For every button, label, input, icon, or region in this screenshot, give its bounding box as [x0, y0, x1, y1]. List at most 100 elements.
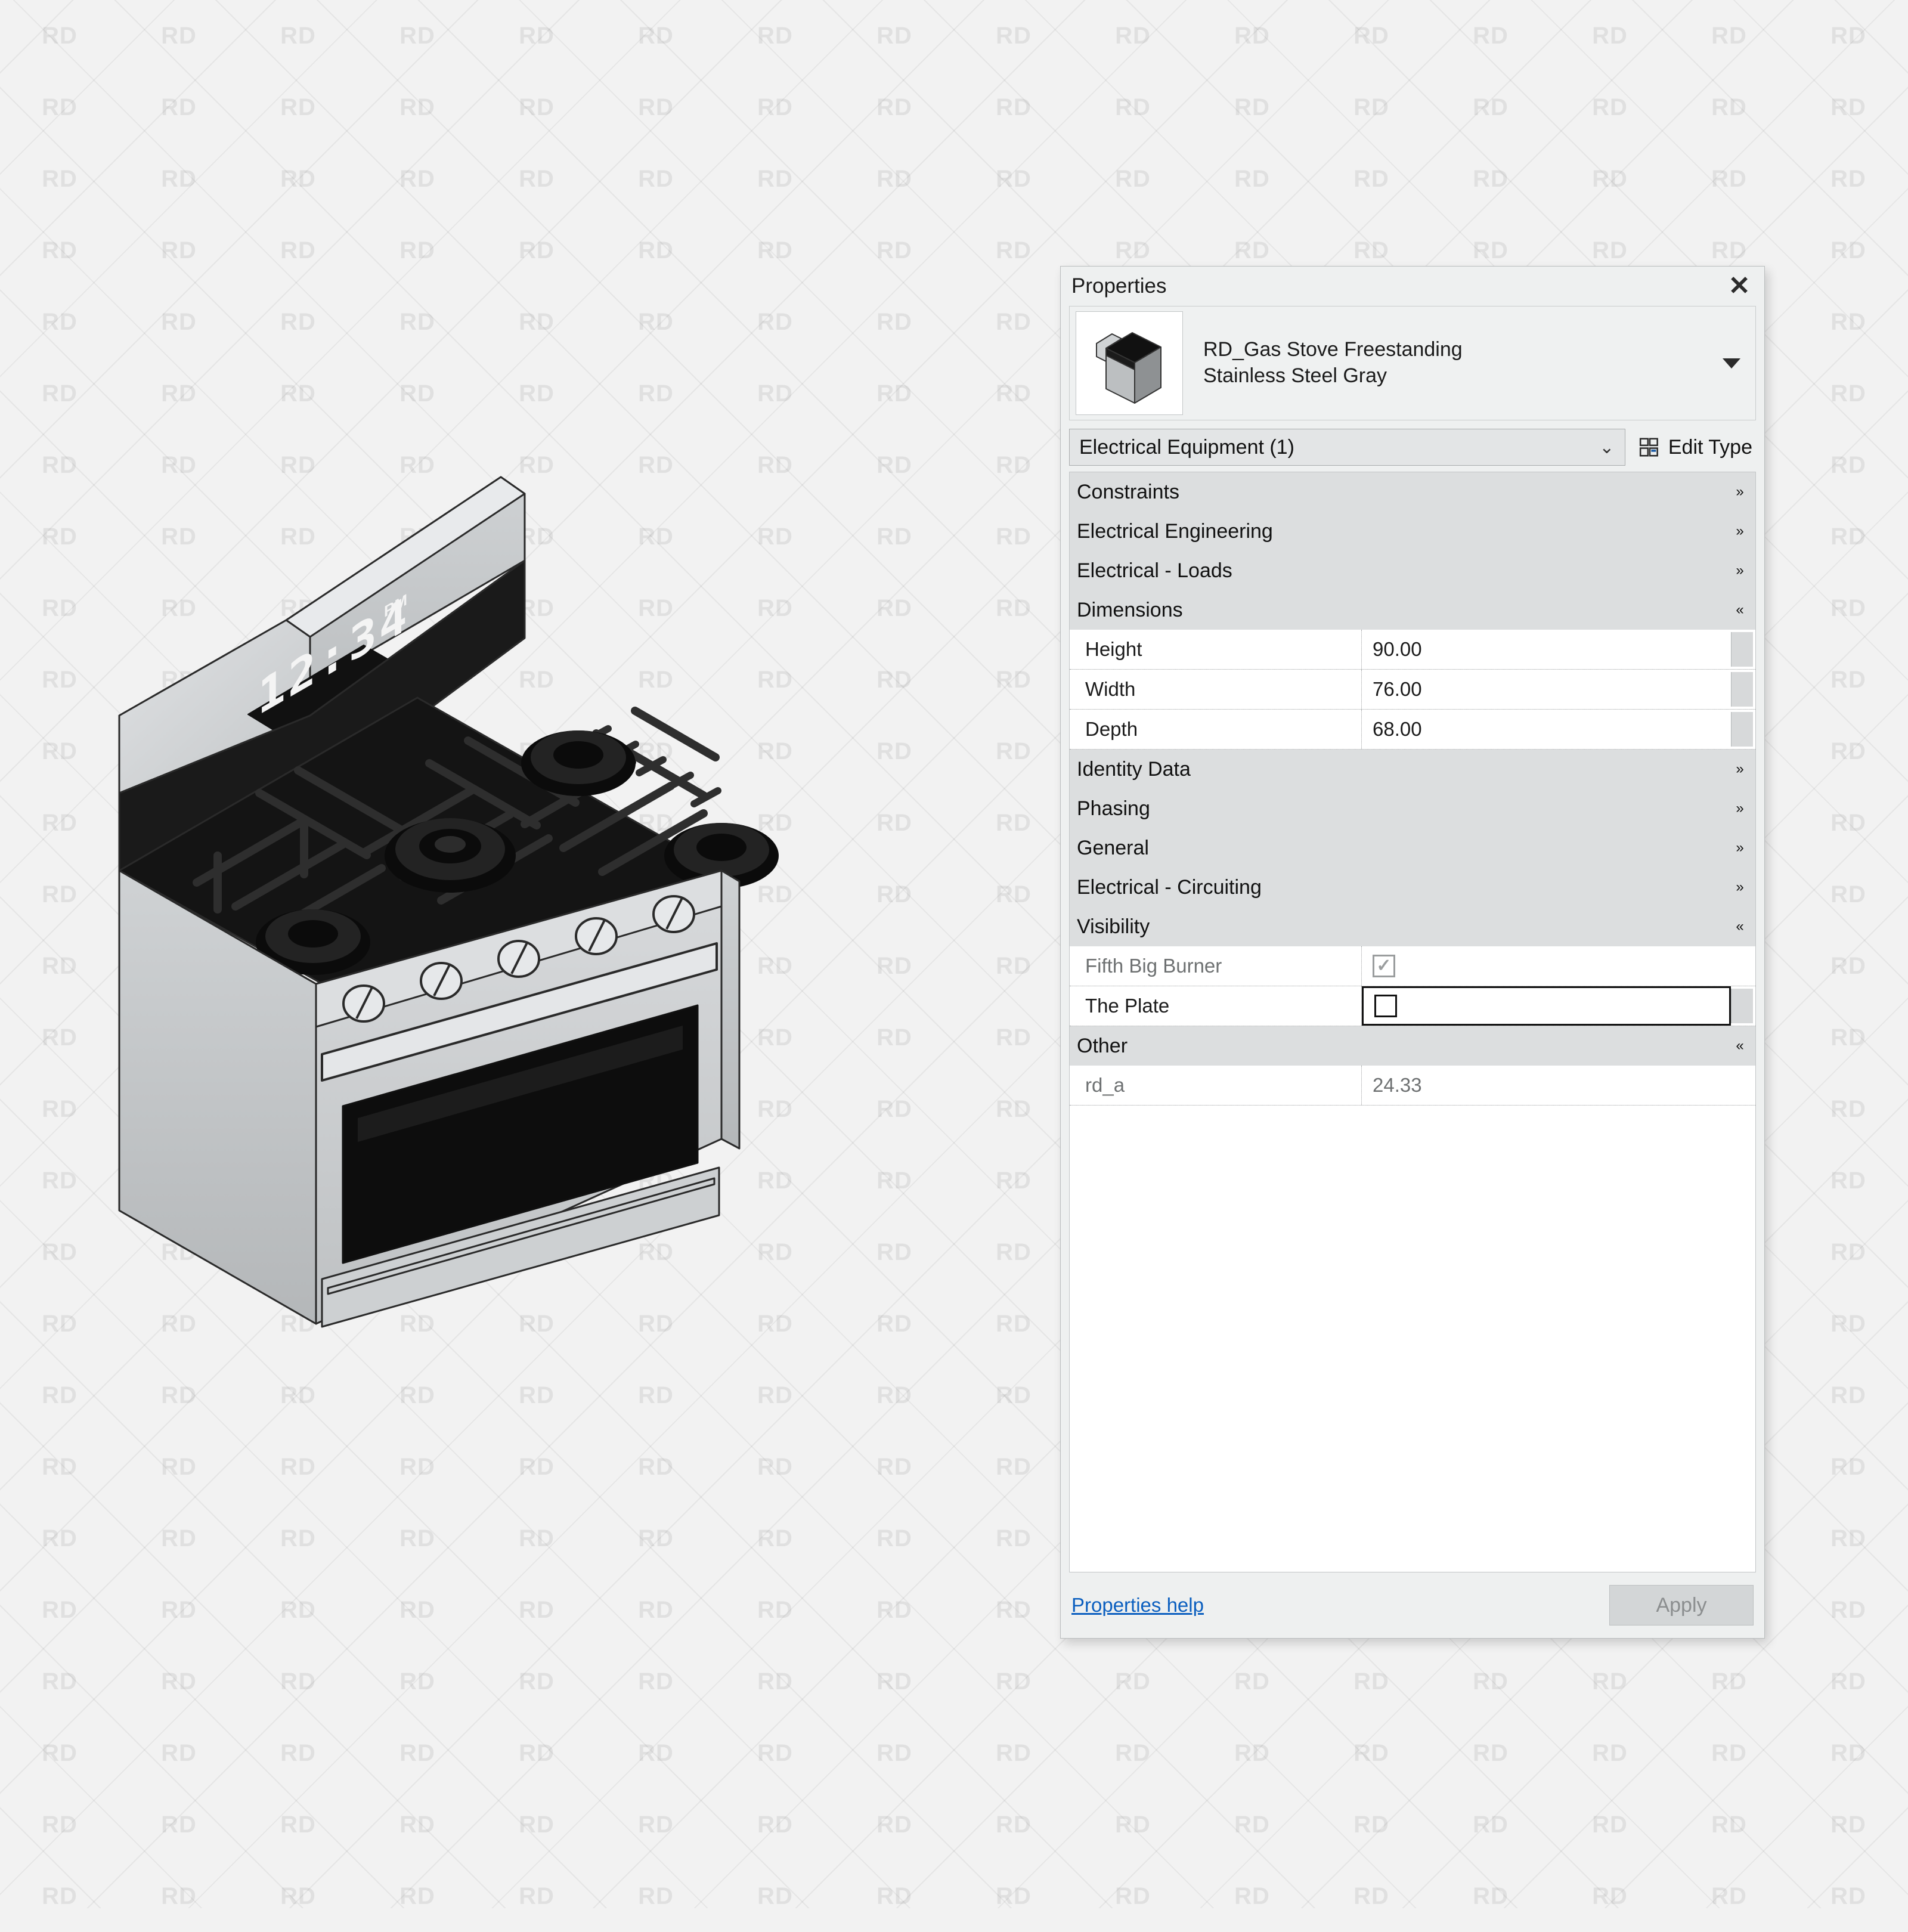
spinner-button[interactable]: [1731, 672, 1753, 707]
group-header-electrical-circuiting[interactable]: Electrical - Circuiting »: [1070, 868, 1755, 907]
param-label: The Plate: [1070, 986, 1362, 1026]
edit-type-label: Edit Type: [1668, 435, 1752, 459]
param-label: Height: [1070, 630, 1362, 669]
watermark-tile: RD: [1830, 451, 1866, 478]
param-value[interactable]: [1362, 986, 1731, 1026]
type-selector-box[interactable]: RD_Gas Stove Freestanding Stainless Stee…: [1069, 306, 1756, 420]
watermark-tile: RD: [42, 1095, 78, 1122]
param-value[interactable]: 90.00: [1362, 630, 1731, 669]
watermark-tile: RD: [1115, 1739, 1151, 1766]
watermark-tile: RD: [757, 1739, 793, 1766]
watermark-tile: RD: [280, 22, 316, 49]
watermark-tile: RD: [1592, 94, 1628, 120]
group-header-dimensions[interactable]: Dimensions «: [1070, 590, 1755, 630]
table-row[interactable]: Fifth Big Burner ✓: [1070, 946, 1755, 986]
param-label: Fifth Big Burner: [1070, 946, 1362, 986]
watermark-tile: RD: [1115, 1811, 1151, 1838]
table-row[interactable]: Height 90.00: [1070, 630, 1755, 670]
table-row[interactable]: The Plate: [1070, 986, 1755, 1026]
spinner-button[interactable]: [1731, 712, 1753, 747]
watermark-tile: RD: [1353, 1739, 1389, 1766]
checkbox-fifth-big-burner: ✓: [1373, 955, 1395, 977]
watermark-tile: RD: [638, 1453, 674, 1480]
gas-stove-3d-view: 12:34 PM: [107, 382, 918, 1383]
watermark-tile: RD: [161, 1739, 197, 1766]
watermark-tile: RD: [1711, 1811, 1747, 1838]
type-thumbnail: [1076, 311, 1183, 415]
chevron-expand-icon[interactable]: »: [1724, 524, 1755, 538]
chevron-expand-icon[interactable]: »: [1724, 762, 1755, 776]
watermark-tile: RD: [1234, 94, 1270, 120]
watermark-tile: RD: [42, 308, 78, 335]
watermark-tile: RD: [1115, 22, 1151, 49]
watermark-tile: RD: [1830, 809, 1866, 836]
watermark-tile: RD: [1711, 1668, 1747, 1695]
param-value[interactable]: 68.00: [1362, 710, 1731, 749]
watermark-tile: RD: [42, 94, 78, 120]
watermark-tile: RD: [876, 1668, 912, 1695]
table-row[interactable]: Depth 68.00: [1070, 710, 1755, 750]
watermark-tile: RD: [1234, 22, 1270, 49]
watermark-tile: RD: [1115, 1883, 1151, 1909]
table-row[interactable]: Width 76.00: [1070, 670, 1755, 710]
group-header-identity-data[interactable]: Identity Data »: [1070, 750, 1755, 789]
panel-footer: Properties help Apply: [1061, 1572, 1764, 1638]
watermark-tile: RD: [42, 1453, 78, 1480]
group-header-constraints[interactable]: Constraints »: [1070, 472, 1755, 512]
group-header-general[interactable]: General »: [1070, 828, 1755, 868]
group-header-electrical-engineering[interactable]: Electrical Engineering »: [1070, 512, 1755, 551]
watermark-tile: RD: [757, 1596, 793, 1623]
param-value[interactable]: 76.00: [1362, 670, 1731, 709]
group-label: Dimensions: [1077, 598, 1183, 621]
watermark-tile: RD: [399, 1668, 435, 1695]
chevron-down-icon[interactable]: [1714, 358, 1749, 369]
watermark-tile: RD: [996, 308, 1032, 335]
watermark-tile: RD: [876, 1453, 912, 1480]
chevron-expand-icon[interactable]: »: [1724, 485, 1755, 499]
watermark-tile: RD: [280, 308, 316, 335]
table-row[interactable]: rd_a 24.33: [1070, 1066, 1755, 1106]
watermark-tile: RD: [399, 1739, 435, 1766]
chevron-expand-icon[interactable]: »: [1724, 880, 1755, 894]
group-header-phasing[interactable]: Phasing »: [1070, 789, 1755, 828]
edit-type-button[interactable]: Edit Type: [1625, 436, 1756, 459]
watermark-tile: RD: [876, 94, 912, 120]
group-header-other[interactable]: Other «: [1070, 1026, 1755, 1066]
watermark-tile: RD: [638, 94, 674, 120]
close-icon[interactable]: ✕: [1723, 271, 1756, 302]
watermark-tile: RD: [161, 1453, 197, 1480]
watermark-tile: RD: [42, 1239, 78, 1265]
watermark-tile: RD: [280, 94, 316, 120]
chevron-expand-icon[interactable]: »: [1724, 564, 1755, 578]
watermark-tile: RD: [42, 595, 78, 621]
chevron-collapse-icon[interactable]: «: [1724, 603, 1755, 617]
properties-help-link[interactable]: Properties help: [1071, 1594, 1204, 1617]
spinner-button[interactable]: [1731, 632, 1753, 667]
watermark-tile: RD: [996, 1668, 1032, 1695]
watermark-tile: RD: [1592, 1668, 1628, 1695]
watermark-tile: RD: [42, 1310, 78, 1337]
chevron-down-icon[interactable]: ⌄: [1594, 437, 1620, 458]
watermark-tile: RD: [996, 237, 1032, 264]
watermark-tile: RD: [399, 94, 435, 120]
group-header-electrical-loads[interactable]: Electrical - Loads »: [1070, 551, 1755, 590]
chevron-expand-icon[interactable]: »: [1724, 801, 1755, 816]
chevron-expand-icon[interactable]: »: [1724, 841, 1755, 855]
watermark-tile: RD: [876, 22, 912, 49]
watermark-tile: RD: [1473, 1668, 1509, 1695]
group-label: Identity Data: [1077, 757, 1191, 781]
apply-button[interactable]: Apply: [1609, 1585, 1754, 1626]
watermark-tile: RD: [1830, 881, 1866, 908]
watermark-tile: RD: [42, 738, 78, 764]
watermark-tile: RD: [399, 1453, 435, 1480]
selector-row: Electrical Equipment (1) ⌄ Edit Type: [1069, 429, 1756, 466]
checkbox-the-plate[interactable]: [1374, 995, 1397, 1017]
watermark-tile: RD: [1830, 523, 1866, 550]
category-select[interactable]: Electrical Equipment (1) ⌄: [1069, 429, 1625, 466]
watermark-tile: RD: [280, 1453, 316, 1480]
chevron-collapse-icon[interactable]: «: [1724, 1039, 1755, 1053]
watermark-tile: RD: [638, 308, 674, 335]
chevron-collapse-icon[interactable]: «: [1724, 919, 1755, 934]
spinner-button[interactable]: [1731, 989, 1753, 1023]
group-header-visibility[interactable]: Visibility «: [1070, 907, 1755, 946]
